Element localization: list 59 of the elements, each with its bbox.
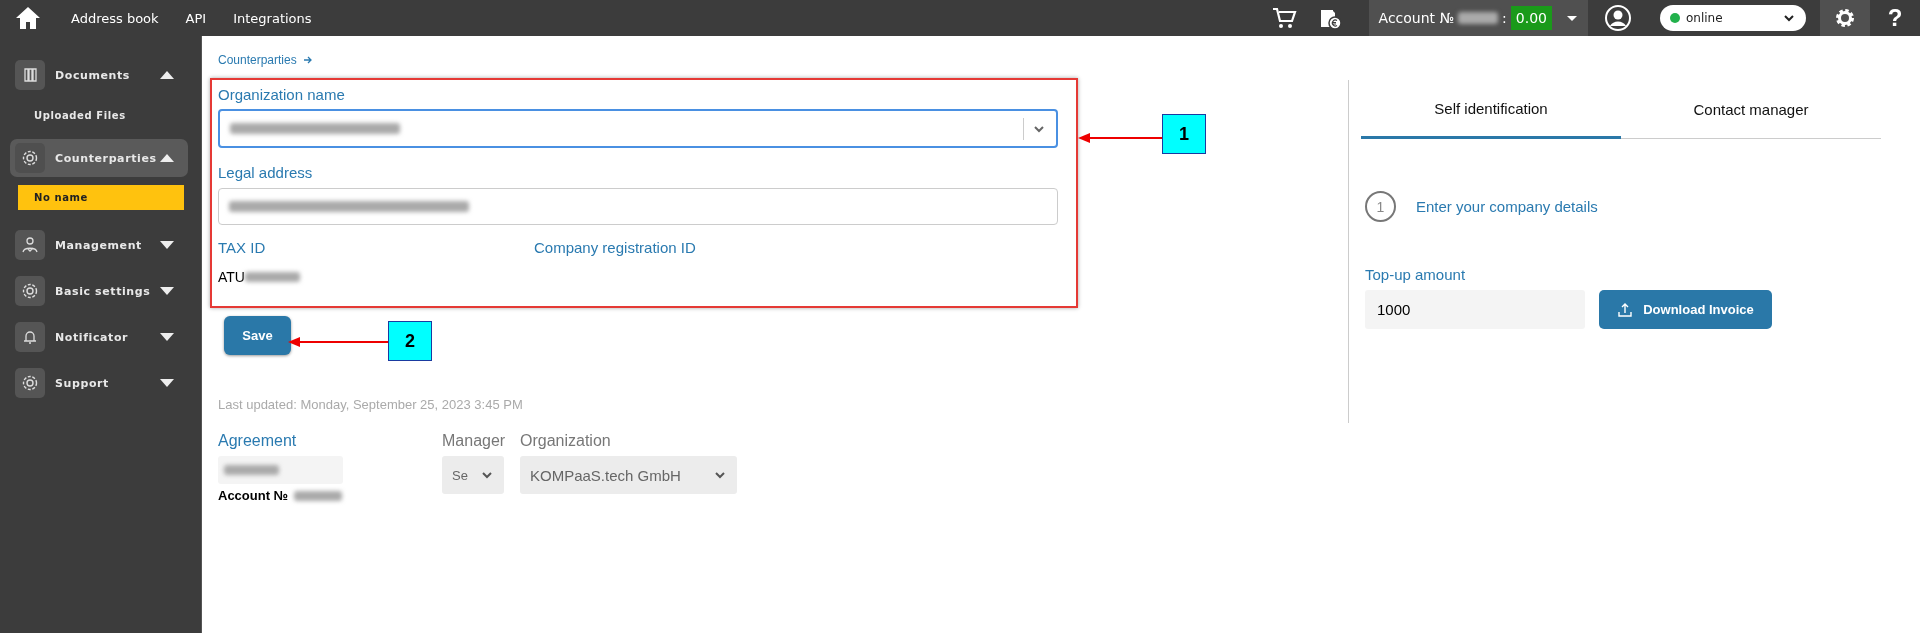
- blurred-text: [1458, 12, 1499, 24]
- settings-icon: [1833, 6, 1857, 30]
- step-number: 1: [1365, 191, 1396, 222]
- nav-link[interactable]: Integrations: [233, 10, 312, 26]
- balance-badge: 0.00: [1510, 6, 1552, 30]
- download-invoice-button[interactable]: Download Invoice: [1599, 290, 1772, 329]
- tab[interactable]: Self identification: [1361, 80, 1621, 139]
- status-select[interactable]: online: [1660, 5, 1806, 31]
- field-label: Top-up amount: [1365, 266, 1466, 283]
- field-label: Organization: [520, 432, 612, 450]
- sidebar-item[interactable]: Counterparties: [10, 139, 188, 177]
- last-updated-text: Last updated: Monday, September 25, 2023 3:45 PM: [218, 397, 524, 412]
- field-label: Agreement: [218, 432, 298, 450]
- nav-link[interactable]: API: [185, 10, 207, 26]
- callout-number: 1: [1162, 114, 1206, 154]
- sidebar-item[interactable]: Support: [10, 364, 188, 402]
- tax-id-value: ATU: [218, 269, 245, 285]
- manager-select[interactable]: Se: [442, 456, 504, 494]
- sidebar-item[interactable]: Basic settings: [10, 272, 188, 310]
- sidebar-subitem[interactable]: No name: [18, 185, 184, 210]
- blurred-text: [294, 490, 343, 501]
- account-label: Account №: [1378, 10, 1455, 26]
- user-icon[interactable]: [1604, 4, 1632, 32]
- cart-icon[interactable]: [1270, 5, 1297, 31]
- tab[interactable]: Contact manager: [1621, 80, 1881, 139]
- organization-select[interactable]: [218, 109, 1058, 148]
- separator: :: [1502, 10, 1507, 26]
- amount-field[interactable]: 1000: [1365, 290, 1585, 329]
- breadcrumb-link[interactable]: Counterparties: [218, 53, 313, 67]
- person-check-icon: [20, 235, 40, 255]
- field-label: Legal address: [218, 164, 313, 181]
- status-dot: [1670, 13, 1680, 23]
- gear-icon: [20, 373, 40, 393]
- gear-icon: [20, 148, 40, 168]
- nav-link[interactable]: Address book: [71, 10, 159, 26]
- sidebar-item[interactable]: Management: [10, 226, 188, 264]
- organization-select[interactable]: KOMPaaS.tech GmbH: [520, 456, 737, 494]
- upload-icon: [1617, 301, 1634, 318]
- account-balance[interactable]: Account № : 0.00: [1368, 0, 1588, 36]
- blurred-text: [224, 465, 279, 475]
- save-button[interactable]: Save: [224, 316, 291, 355]
- field-label: TAX ID: [218, 239, 266, 256]
- step-label: Enter your company details: [1416, 198, 1598, 215]
- home-icon[interactable]: [14, 4, 42, 32]
- sidebar-subitem[interactable]: Uploaded Files: [0, 102, 201, 139]
- help-button[interactable]: ?: [1870, 4, 1920, 32]
- field-label: Manager: [442, 432, 507, 450]
- account-label: Account №: [218, 488, 289, 503]
- agreement-field[interactable]: [218, 456, 343, 484]
- arrow-right-icon: [302, 55, 313, 65]
- address-field[interactable]: [218, 188, 1058, 225]
- blurred-text: [244, 272, 300, 282]
- gear-icon: [20, 281, 40, 301]
- sidebar-item[interactable]: Documents: [10, 56, 188, 94]
- field-label: Company registration ID: [534, 239, 696, 256]
- sidebar-item[interactable]: Notificator: [10, 318, 188, 356]
- callout-number: 2: [388, 321, 432, 361]
- field-label: Organization name: [218, 86, 345, 103]
- settings-button[interactable]: [1820, 0, 1870, 36]
